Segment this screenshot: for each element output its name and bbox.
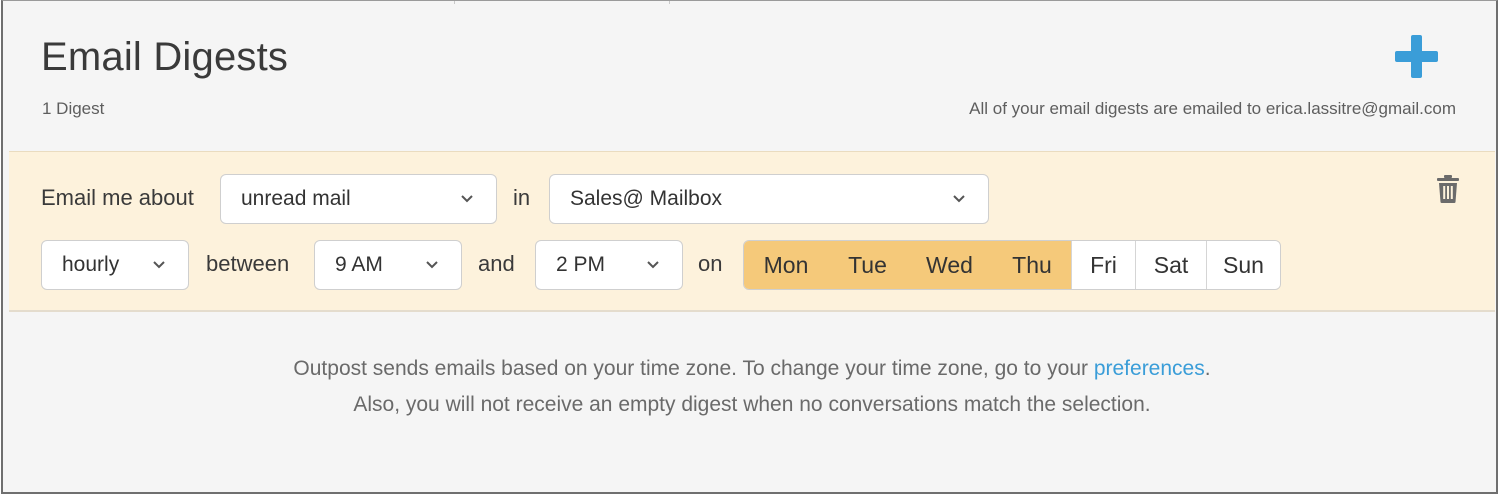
top-gridline	[454, 1, 455, 4]
frequency-select-value: hourly	[62, 253, 120, 276]
day-selector: Mon Tue Wed Thu Fri Sat Sun	[743, 240, 1281, 290]
timezone-note-text: Outpost sends emails based on your time …	[293, 357, 1094, 380]
start-time-value: 9 AM	[335, 253, 383, 276]
trash-icon	[1437, 175, 1459, 203]
email-digests-page: Email Digests 1 Digest All of your email…	[1, 0, 1498, 494]
plus-icon	[1395, 35, 1438, 78]
day-toggle-wed[interactable]: Wed	[906, 241, 992, 289]
digest-row: Email me about unread mail in Sales@ Mai…	[9, 151, 1495, 312]
topic-select[interactable]: unread mail	[220, 174, 497, 224]
timezone-note-line2: Also, you will not receive an empty dige…	[353, 393, 1151, 416]
day-toggle-tue[interactable]: Tue	[828, 241, 906, 289]
recipient-note: All of your email digests are emailed to…	[969, 99, 1456, 118]
email-me-about-label: Email me about	[41, 185, 194, 210]
in-label: in	[513, 185, 531, 210]
add-digest-button[interactable]	[1395, 35, 1438, 78]
delete-digest-button[interactable]	[1436, 174, 1460, 204]
and-label: and	[478, 251, 515, 276]
day-toggle-sun[interactable]: Sun	[1206, 241, 1280, 289]
day-toggle-mon[interactable]: Mon	[744, 241, 828, 289]
chevron-down-icon	[461, 195, 473, 203]
preferences-link[interactable]: preferences	[1094, 357, 1205, 380]
chevron-down-icon	[953, 195, 965, 203]
on-label: on	[698, 251, 723, 276]
page-title: Email Digests	[41, 35, 289, 79]
timezone-note: Outpost sends emails based on your time …	[3, 351, 1500, 423]
timezone-note-period: .	[1204, 357, 1211, 380]
mailbox-select[interactable]: Sales@ Mailbox	[549, 174, 989, 224]
frequency-select[interactable]: hourly	[41, 240, 189, 290]
digest-count: 1 Digest	[42, 99, 105, 118]
topic-select-value: unread mail	[241, 187, 351, 210]
day-toggle-sat[interactable]: Sat	[1135, 241, 1206, 289]
mailbox-select-value: Sales@ Mailbox	[570, 187, 723, 210]
start-time-select[interactable]: 9 AM	[314, 240, 462, 290]
end-time-value: 2 PM	[556, 253, 606, 276]
day-toggle-fri[interactable]: Fri	[1071, 241, 1135, 289]
day-toggle-thu[interactable]: Thu	[992, 241, 1071, 289]
chevron-down-icon	[647, 261, 659, 269]
chevron-down-icon	[426, 261, 438, 269]
timezone-note-line1: Outpost sends emails based on your time …	[3, 351, 1500, 387]
top-gridline	[669, 1, 670, 4]
between-label: between	[206, 251, 290, 276]
chevron-down-icon	[153, 261, 165, 269]
end-time-select[interactable]: 2 PM	[535, 240, 683, 290]
